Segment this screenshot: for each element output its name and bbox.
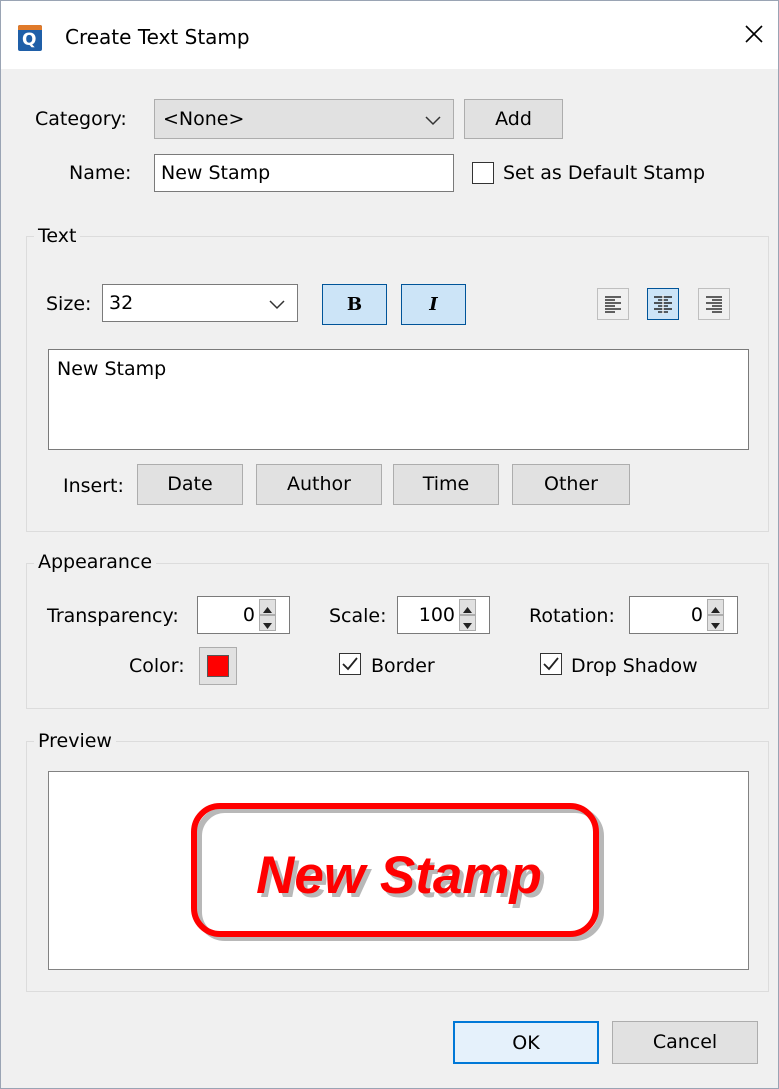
window-title: Create Text Stamp xyxy=(65,25,250,49)
app-logo-icon: Q xyxy=(18,25,42,51)
checkmark-icon xyxy=(543,657,559,671)
cancel-button[interactable]: Cancel xyxy=(612,1021,758,1064)
transparency-decrement[interactable] xyxy=(259,615,276,631)
close-button[interactable] xyxy=(739,19,769,49)
align-right-icon xyxy=(706,296,722,313)
scale-value: 100 xyxy=(418,604,455,626)
transparency-label: Transparency: xyxy=(47,605,179,627)
chevron-down-icon xyxy=(425,116,441,126)
arrow-down-icon xyxy=(263,623,272,629)
transparency-value: 0 xyxy=(242,604,255,626)
name-label: Name: xyxy=(69,162,132,184)
color-picker-button[interactable] xyxy=(199,647,237,685)
create-text-stamp-dialog: Q Create Text Stamp Category: <None> Add… xyxy=(0,0,779,1089)
scale-label: Scale: xyxy=(329,605,387,627)
category-value: <None> xyxy=(163,108,245,130)
category-label: Category: xyxy=(35,108,127,130)
align-center-button[interactable] xyxy=(647,288,679,320)
scale-decrement[interactable] xyxy=(459,615,476,631)
align-center-icon xyxy=(654,295,672,314)
drop-shadow-checkbox[interactable] xyxy=(540,653,562,675)
insert-label: Insert: xyxy=(63,475,124,497)
category-dropdown[interactable]: <None> xyxy=(154,99,454,139)
scale-spinner[interactable]: 100 xyxy=(397,596,490,634)
insert-author-button[interactable]: Author xyxy=(256,464,382,505)
drop-shadow-label: Drop Shadow xyxy=(571,655,698,677)
color-swatch xyxy=(207,655,229,677)
insert-other-button[interactable]: Other xyxy=(512,464,630,505)
rotation-value: 0 xyxy=(690,604,703,626)
stamp-text: New Stamp xyxy=(256,846,542,905)
rotation-decrement[interactable] xyxy=(707,615,724,631)
italic-button[interactable]: I xyxy=(401,284,466,325)
appearance-group-title: Appearance xyxy=(34,551,157,573)
text-group-title: Text xyxy=(34,225,81,247)
transparency-spinner[interactable]: 0 xyxy=(197,596,290,634)
rotation-increment[interactable] xyxy=(707,599,724,615)
arrow-down-icon xyxy=(711,623,720,629)
size-dropdown[interactable]: 32 xyxy=(102,284,298,322)
bold-button[interactable]: B xyxy=(322,284,387,325)
chevron-down-icon xyxy=(269,300,285,310)
border-label: Border xyxy=(371,655,435,677)
align-left-button[interactable] xyxy=(597,288,629,320)
align-right-button[interactable] xyxy=(698,288,730,320)
size-label: Size: xyxy=(46,293,92,315)
ok-button[interactable]: OK xyxy=(453,1021,599,1064)
insert-time-button[interactable]: Time xyxy=(393,464,499,505)
checkmark-icon xyxy=(342,657,358,671)
size-value: 32 xyxy=(109,292,134,314)
appearance-group xyxy=(26,563,769,709)
rotation-label: Rotation: xyxy=(529,605,615,627)
close-icon xyxy=(745,25,763,43)
default-stamp-label: Set as Default Stamp xyxy=(503,162,706,184)
insert-date-button[interactable]: Date xyxy=(137,464,243,505)
stamp-text-area[interactable]: New Stamp xyxy=(48,349,749,450)
add-category-button[interactable]: Add xyxy=(464,99,563,139)
stamp-preview-canvas: New Stamp New Stamp xyxy=(191,803,604,941)
preview-group-title: Preview xyxy=(34,730,116,752)
arrow-down-icon xyxy=(463,623,472,629)
align-left-icon xyxy=(605,296,621,313)
stamp-preview: New Stamp New Stamp xyxy=(48,771,749,970)
default-stamp-checkbox[interactable] xyxy=(472,162,494,184)
border-checkbox[interactable] xyxy=(339,653,361,675)
title-bar: Q Create Text Stamp xyxy=(1,1,778,69)
scale-increment[interactable] xyxy=(459,599,476,615)
name-input[interactable]: New Stamp xyxy=(154,154,454,192)
color-label: Color: xyxy=(129,655,185,677)
transparency-increment[interactable] xyxy=(259,599,276,615)
